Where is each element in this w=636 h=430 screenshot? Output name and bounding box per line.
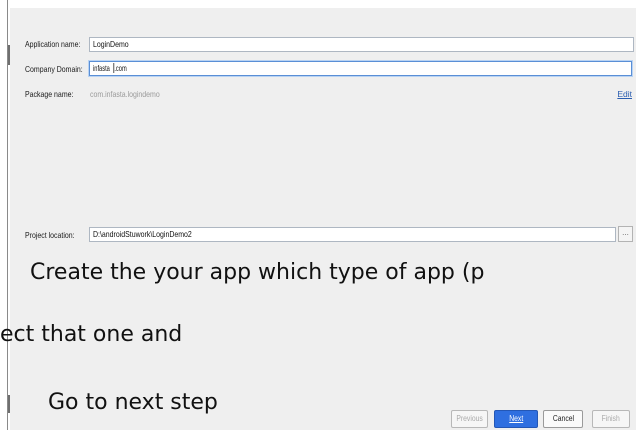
company-domain-text-before-caret: infasta (93, 63, 110, 73)
top-strip (0, 0, 636, 8)
project-location-input[interactable]: D:\androidStuwork\LoginDemo2 (89, 227, 616, 242)
application-name-input[interactable]: LoginDemo (89, 37, 634, 52)
company-domain-label: Company Domain: (25, 64, 83, 74)
previous-button[interactable]: Previous (451, 410, 488, 428)
window-edge-marker (8, 395, 10, 413)
new-project-wizard: Application name: LoginDemo Company Doma… (0, 0, 636, 430)
annotation-line-1: Create the your app which type of app (p (30, 260, 485, 285)
application-name-value: LoginDemo (93, 39, 129, 49)
application-name-label: Application name: (25, 39, 81, 49)
browse-location-button[interactable]: ... (618, 226, 633, 242)
window-edge-marker (8, 45, 10, 65)
company-domain-value: infasta .com (93, 62, 129, 75)
project-location-value: D:\androidStuwork\LoginDemo2 (93, 229, 192, 239)
edit-package-link[interactable]: Edit (617, 87, 632, 101)
cancel-button[interactable]: Cancel (543, 410, 583, 428)
package-name-value: com.infasta.logindemo (90, 89, 160, 99)
finish-button[interactable]: Finish (592, 410, 630, 428)
company-domain-text-after-caret: .com (114, 63, 127, 73)
next-button[interactable]: Next (494, 410, 538, 428)
annotation-line-2: ect that one and (0, 322, 183, 347)
annotation-line-3: Go to next step (48, 390, 218, 415)
company-domain-input[interactable]: infasta .com (89, 61, 632, 76)
package-name-label: Package name: (25, 89, 74, 99)
project-location-label: Project location: (25, 230, 75, 240)
